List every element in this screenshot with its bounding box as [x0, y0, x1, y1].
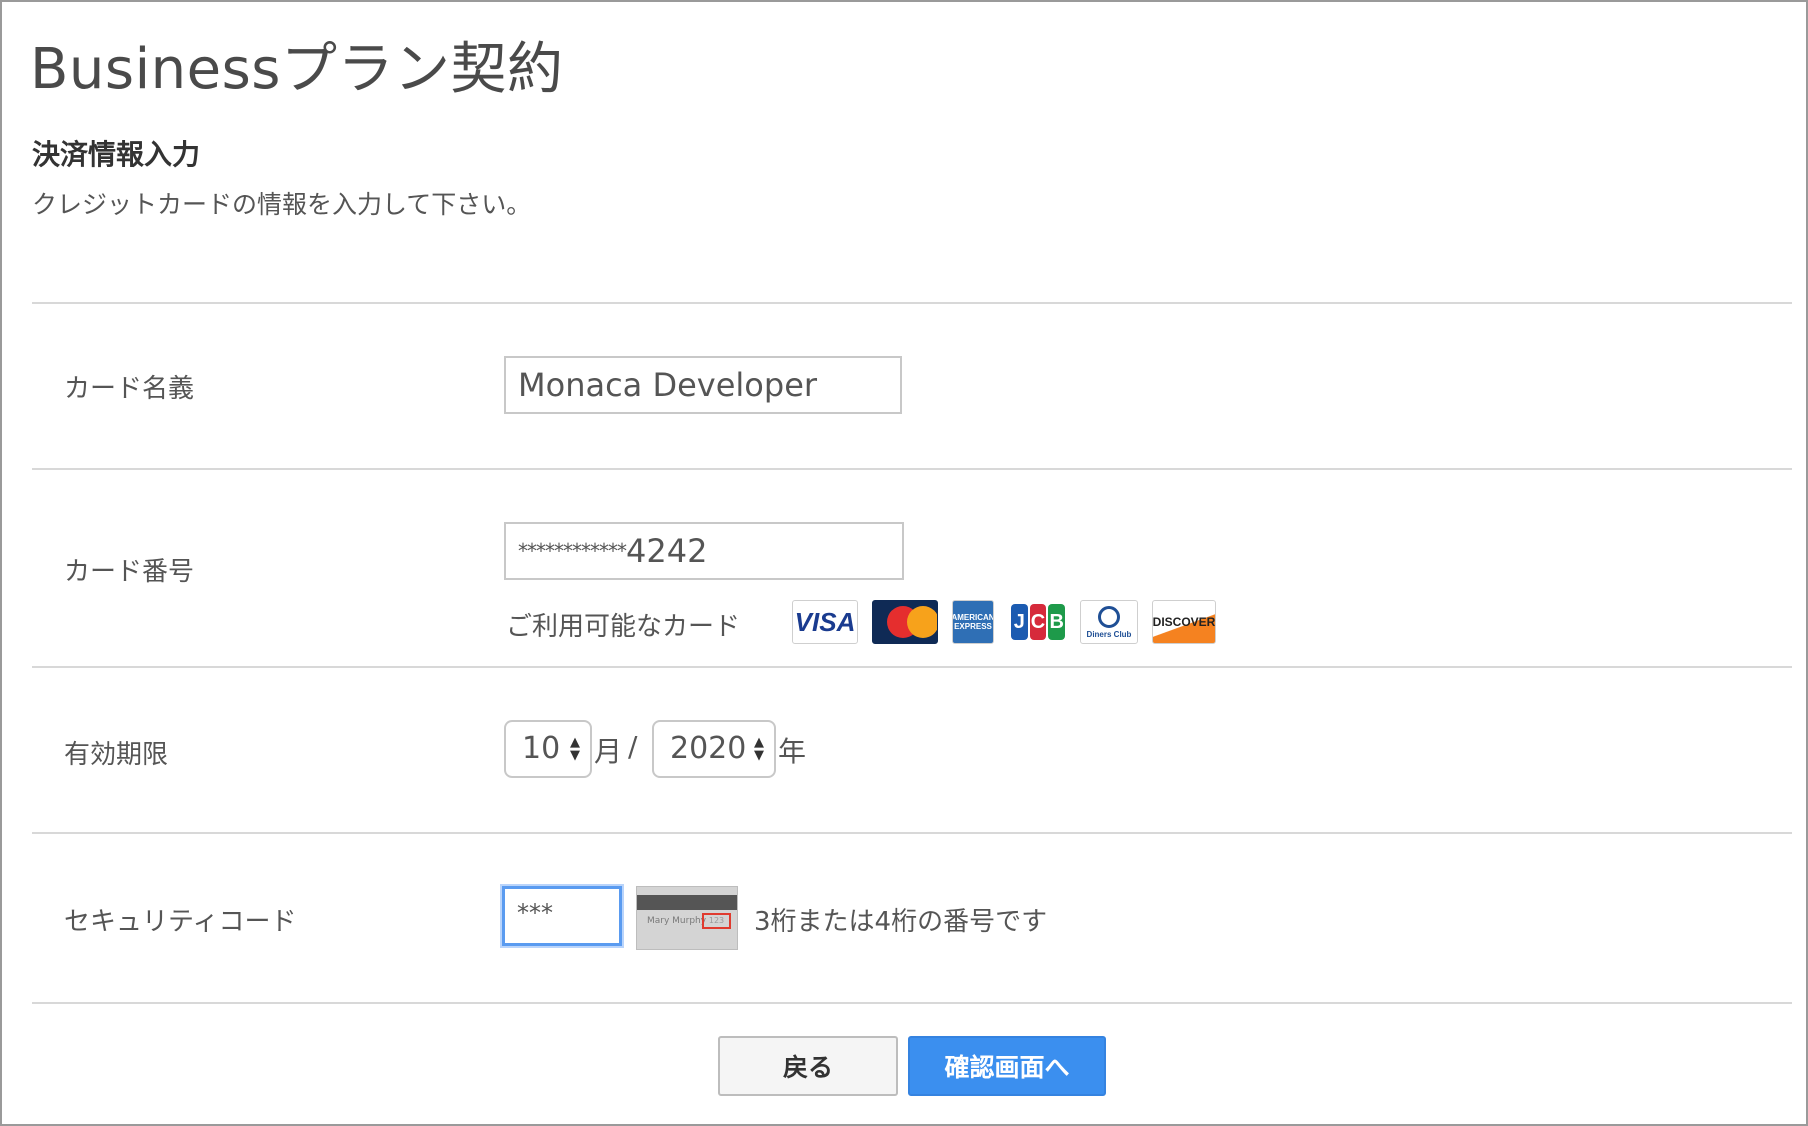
- available-cards-label: ご利用可能なカード: [506, 612, 741, 642]
- sample-card-code: 123: [708, 916, 725, 925]
- divider: [32, 1002, 1792, 1004]
- expiry-month-value: 10: [522, 731, 561, 766]
- back-button-label: 戻る: [782, 1053, 833, 1082]
- select-arrows-icon: ▲ ▼: [754, 735, 764, 763]
- page-title: Businessプラン契約: [30, 37, 564, 102]
- magnetic-stripe: [637, 895, 737, 910]
- jcb-logo: J C B: [1010, 600, 1066, 644]
- amex-logo: AMERICAN EXPRESS: [952, 600, 994, 644]
- divider: [32, 666, 1792, 668]
- card-holder-label: カード名義: [64, 374, 195, 404]
- discover-logo: DISCOVER: [1152, 600, 1216, 644]
- security-code-hint: 3桁または4桁の番号です: [754, 907, 1048, 937]
- year-unit: 年: [778, 735, 807, 768]
- expiry-label: 有効期限: [64, 740, 169, 770]
- confirm-button[interactable]: 確認画面へ: [908, 1036, 1106, 1096]
- date-separator: /: [628, 730, 638, 763]
- security-code-value: ***: [517, 899, 553, 927]
- divider: [32, 302, 1792, 304]
- card-number-masked: ************: [518, 539, 627, 563]
- card-holder-input[interactable]: Monaca Developer: [504, 356, 902, 414]
- security-code-input[interactable]: ***: [502, 886, 622, 946]
- visa-logo-text: VISA: [794, 606, 856, 637]
- section-heading: 決済情報入力: [32, 138, 201, 171]
- visa-logo: VISA: [792, 600, 858, 644]
- select-arrows-icon: ▲ ▼: [570, 735, 580, 763]
- card-number-last-digits: 4242: [626, 532, 708, 570]
- expiry-month-select[interactable]: 10 ▲ ▼: [504, 720, 592, 778]
- payment-page: Businessプラン契約 決済情報入力 クレジットカードの情報を入力して下さい…: [0, 0, 1808, 1126]
- section-description: クレジットカードの情報を入力して下さい。: [32, 190, 532, 219]
- security-code-label: セキュリティコード: [64, 907, 297, 937]
- mastercard-logo: [872, 600, 938, 644]
- divider: [32, 468, 1792, 470]
- confirm-button-label: 確認画面へ: [944, 1053, 1070, 1082]
- expiry-year-select[interactable]: 2020 ▲ ▼: [652, 720, 776, 778]
- card-number-label: カード番号: [64, 557, 195, 587]
- card-holder-value: Monaca Developer: [518, 366, 818, 404]
- divider: [32, 832, 1792, 834]
- security-code-card-image: Mary Murphy 123: [636, 886, 738, 950]
- card-number-input[interactable]: ************4242: [504, 522, 904, 580]
- cvv-highlight-box: 123: [702, 913, 731, 929]
- sample-card-name: Mary Murphy: [647, 916, 707, 926]
- diners-club-logo: Diners Club: [1080, 600, 1138, 644]
- expiry-year-value: 2020: [670, 731, 747, 766]
- month-unit: 月: [594, 735, 623, 768]
- back-button[interactable]: 戻る: [718, 1036, 898, 1096]
